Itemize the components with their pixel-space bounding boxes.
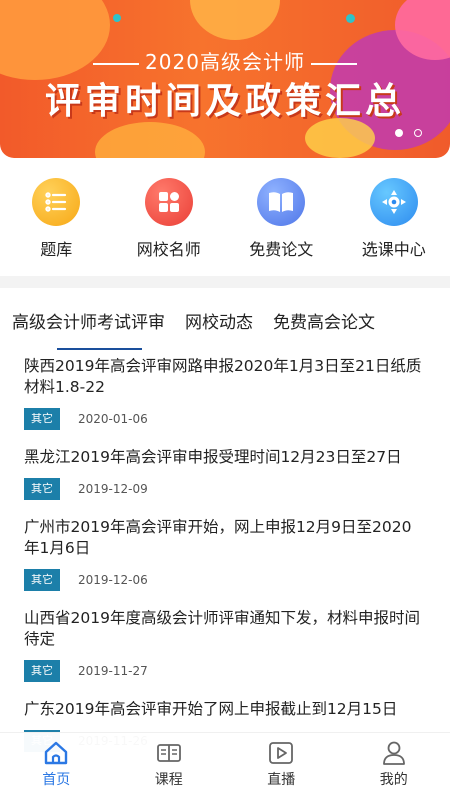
- list-item[interactable]: 广州市2019年高会评审开始，网上申报12月9日至2020年1月6日 其它 20…: [0, 517, 450, 591]
- tabbar-label: 首页: [42, 772, 71, 788]
- news-title: 山西省2019年度高级会计师评审通知下发，材料申报时间待定: [24, 609, 420, 648]
- quick-nav: 题库 网校名师 免费论文 选课中心: [0, 166, 450, 276]
- news-title: 广东2019年高会评审开始了网上申报截止到12月15日: [24, 700, 398, 718]
- list-item[interactable]: 陕西2019年高会评审网路申报2020年1月3日至21日纸质材料1.8-22 其…: [0, 356, 450, 430]
- quick-nav-question-bank[interactable]: 题库: [4, 166, 109, 276]
- banner-subtitle: 2020高级会计师: [0, 46, 450, 75]
- banner-decoration: [113, 14, 121, 22]
- news-title: 陕西2019年高会评审网路申报2020年1月3日至21日纸质材料1.8-22: [24, 357, 422, 396]
- banner-decoration: [346, 14, 355, 23]
- list-item[interactable]: 黑龙江2019年高会评审申报受理时间12月23日至27日 其它 2019-12-…: [0, 447, 450, 500]
- tabbar-live[interactable]: 直播: [241, 733, 321, 800]
- quick-nav-course-center[interactable]: 选课中心: [341, 166, 446, 276]
- category-tag: 其它: [24, 478, 60, 500]
- quick-nav-teachers[interactable]: 网校名师: [116, 166, 221, 276]
- banner-title: 评审时间及政策汇总: [44, 81, 405, 122]
- tabbar-courses[interactable]: 课程: [129, 733, 209, 800]
- compass-icon: [369, 178, 418, 226]
- section-divider: [0, 276, 450, 288]
- banner-decoration: [305, 118, 375, 158]
- user-icon: [380, 739, 408, 767]
- bottom-tab-bar: 首页 课程 直播 我的: [0, 732, 450, 800]
- news-date: 2019-11-27: [78, 664, 148, 678]
- news-title: 黑龙江2019年高会评审申报受理时间12月23日至27日: [24, 448, 402, 466]
- news-title: 广州市2019年高会评审开始，网上申报12月9日至2020年1月6日: [24, 518, 412, 557]
- banner-decoration: [95, 122, 205, 158]
- quick-nav-label: 网校名师: [136, 240, 201, 259]
- play-icon: [267, 739, 295, 767]
- tabbar-profile[interactable]: 我的: [354, 733, 434, 800]
- news-date: 2019-12-06: [78, 573, 148, 587]
- tabbar-home[interactable]: 首页: [16, 733, 96, 800]
- course-book-icon: [155, 739, 183, 767]
- banner-decoration: [190, 0, 280, 40]
- tabbar-label: 我的: [379, 772, 408, 788]
- tabbar-label: 课程: [154, 772, 183, 788]
- grid-icon: [144, 178, 193, 226]
- quick-nav-label: 题库: [40, 240, 73, 259]
- tab-free-papers[interactable]: 免费高会论文: [273, 308, 375, 342]
- news-date: 2019-12-09: [78, 482, 148, 496]
- home-icon: [42, 739, 70, 767]
- tab-exam-review[interactable]: 高级会计师考试评审: [12, 308, 165, 350]
- list-icon: [32, 178, 81, 226]
- category-tag: 其它: [24, 408, 60, 430]
- category-tag: 其它: [24, 569, 60, 591]
- category-tabs: 高级会计师考试评审 网校动态 免费高会论文: [12, 308, 395, 350]
- category-tag: 其它: [24, 660, 60, 682]
- tab-school-news[interactable]: 网校动态: [185, 308, 253, 342]
- quick-nav-label: 选课中心: [361, 240, 426, 259]
- quick-nav-free-papers[interactable]: 免费论文: [229, 166, 334, 276]
- book-icon: [257, 178, 306, 226]
- promo-banner[interactable]: 2020高级会计师 评审时间及政策汇总: [0, 0, 450, 158]
- news-date: 2020-01-06: [78, 412, 148, 426]
- quick-nav-label: 免费论文: [249, 240, 314, 259]
- carousel-indicator[interactable]: [414, 129, 422, 137]
- news-list: 陕西2019年高会评审网路申报2020年1月3日至21日纸质材料1.8-22 其…: [0, 350, 450, 752]
- list-item[interactable]: 山西省2019年度高级会计师评审通知下发，材料申报时间待定 其它 2019-11…: [0, 608, 450, 682]
- tabbar-label: 直播: [267, 772, 296, 788]
- carousel-indicator-active[interactable]: [395, 129, 403, 137]
